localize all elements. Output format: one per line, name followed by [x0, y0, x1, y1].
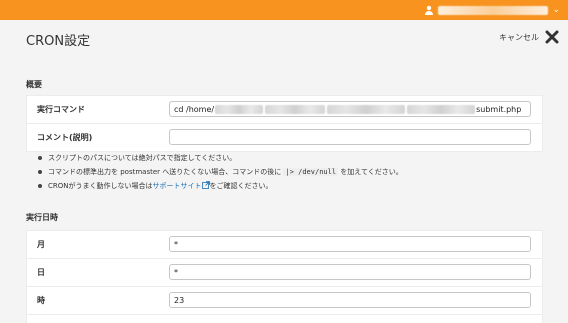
section-title-schedule: 実行日時 [26, 213, 58, 222]
month-label: 月 [37, 240, 45, 249]
hour-input[interactable]: 23 [169, 292, 531, 308]
note-item: コマンドの標準出力を postmaster へ送りたくない場合、コマンドの後に … [36, 165, 536, 179]
note-text: コマンドの標準出力を postmaster へ送りたくない場合、コマンドの後に [48, 168, 284, 176]
redacted-path [215, 104, 264, 114]
month-input[interactable]: * [169, 236, 531, 252]
comment-label: コメント(説明) [37, 133, 93, 142]
note-item: CRONがうまく動作しない場合はサポートサイト をご確認ください。 [36, 179, 536, 193]
redacted-path [265, 104, 326, 114]
close-icon [545, 30, 559, 44]
user-name-redacted [438, 5, 549, 15]
section-title-overview: 概要 [26, 80, 42, 89]
comment-input[interactable] [169, 129, 531, 145]
redacted-path [327, 104, 406, 114]
day-input[interactable]: * [169, 264, 531, 280]
note-item: スクリプトのパスについては絶対パスで指定してください。 [36, 151, 536, 165]
redacted-path [407, 104, 476, 114]
external-link-icon [201, 180, 210, 189]
support-site-link[interactable]: サポートサイト [153, 182, 202, 190]
user-menu[interactable]: ⌄ [424, 3, 560, 17]
user-icon [424, 5, 434, 15]
top-bar: ⌄ [0, 0, 568, 20]
hour-label: 時 [37, 296, 45, 305]
schedule-panel: 月 * 日 * 時 23 [26, 230, 543, 323]
note-text: スクリプトのパスについては絶対パスで指定してください。 [48, 154, 237, 162]
hour-row: 時 23 [27, 287, 542, 315]
note-text: をご確認ください。 [209, 182, 273, 190]
comment-row: コメント(説明) [27, 124, 542, 151]
chevron-down-icon: ⌄ [552, 4, 560, 15]
month-row: 月 * [27, 231, 542, 259]
cancel-button[interactable]: キャンセル [499, 30, 559, 44]
command-label: 実行コマンド [37, 105, 85, 114]
command-row: 実行コマンド cd /home/ submit.php [27, 96, 542, 124]
day-row: 日 * [27, 259, 542, 287]
command-prefix: cd /home/ [174, 104, 215, 114]
command-suffix: submit.php [476, 104, 522, 114]
page-title: CRON設定 [26, 34, 91, 49]
notes-list: スクリプトのパスについては絶対パスで指定してください。 コマンドの標準出力を p… [36, 151, 536, 193]
note-text: を加えてください。 [338, 168, 403, 176]
overview-panel: 実行コマンド cd /home/ submit.php コメント(説明) [26, 95, 543, 152]
note-text: CRONがうまく動作しない場合は [48, 182, 153, 190]
code-snippet: |> /dev/null [283, 168, 339, 176]
command-input[interactable]: cd /home/ submit.php [169, 101, 531, 117]
day-label: 日 [37, 268, 45, 277]
cancel-label: キャンセル [499, 32, 539, 42]
